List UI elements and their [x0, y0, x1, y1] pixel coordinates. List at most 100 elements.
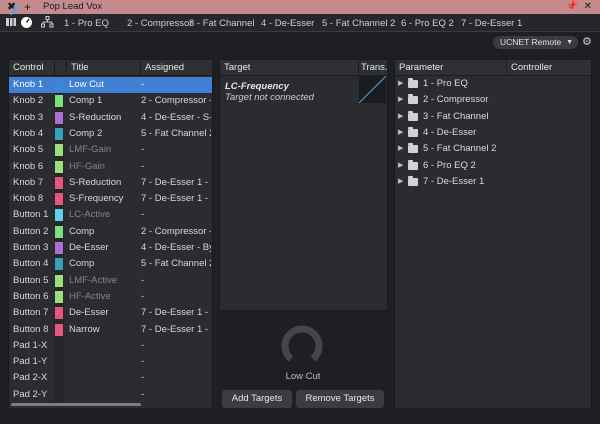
- column-header-trans[interactable]: Trans.: [359, 60, 388, 76]
- folder-icon: [408, 110, 418, 121]
- expand-arrow-icon[interactable]: ▶: [398, 109, 403, 125]
- control-row[interactable]: Button 8 Narrow 7 - De-Esser 1 - S: [9, 322, 212, 338]
- control-title[interactable]: Narrow: [69, 322, 141, 338]
- close-icon[interactable]: ✕: [584, 0, 592, 14]
- color-swatch[interactable]: [55, 274, 63, 287]
- expand-arrow-icon[interactable]: ▶: [398, 92, 403, 108]
- column-header-controller[interactable]: Controller: [507, 60, 592, 76]
- folder-icon: [408, 94, 418, 105]
- control-row[interactable]: Knob 7 S-Reduction 7 - De-Esser 1 - S: [9, 175, 212, 191]
- control-row[interactable]: Pad 1-Y -: [9, 354, 212, 370]
- control-row[interactable]: Button 1 LC-Active -: [9, 207, 212, 223]
- column-header-title[interactable]: Title: [67, 60, 141, 76]
- control-row[interactable]: Pad 2-X -: [9, 370, 212, 386]
- control-title[interactable]: HF-Gain: [69, 159, 141, 175]
- control-name: Pad 1-Y: [13, 356, 48, 368]
- remote-device-select[interactable]: UCNET Remote ▼: [493, 36, 578, 49]
- control-assigned: 7 - De-Esser 1 - F: [141, 193, 211, 205]
- remove-targets-button[interactable]: Remove Targets: [296, 390, 384, 408]
- control-row[interactable]: Knob 5 LMF-Gain -: [9, 142, 212, 158]
- control-name: Knob 8: [13, 193, 44, 205]
- expand-arrow-icon[interactable]: ▶: [398, 125, 403, 141]
- control-title[interactable]: S-Frequency: [69, 191, 141, 207]
- tab-fat-channel[interactable]: 3 - Fat Channel: [189, 17, 254, 30]
- control-row[interactable]: Button 6 HF-Active -: [9, 289, 212, 305]
- control-link-icon[interactable]: [21, 17, 32, 28]
- parameter-folder-label: 5 - Fat Channel 2: [423, 143, 497, 155]
- control-row[interactable]: Button 7 De-Esser 7 - De-Esser 1 - B: [9, 305, 212, 321]
- control-title[interactable]: LC-Active: [69, 207, 141, 223]
- column-header-target[interactable]: Target: [220, 60, 359, 76]
- control-row[interactable]: Knob 4 Comp 25 - Fat Channel 2: [9, 126, 212, 142]
- knob-control[interactable]: [279, 321, 325, 367]
- tab-pro-eq-2[interactable]: 6 - Pro EQ 2: [401, 17, 454, 30]
- column-header-control[interactable]: Control: [9, 60, 55, 76]
- control-assigned: 7 - De-Esser 1 - S: [141, 323, 211, 335]
- tab-de-esser-1[interactable]: 7 - De-Esser 1: [461, 17, 522, 30]
- color-swatch[interactable]: [55, 95, 63, 108]
- control-name: Knob 3: [13, 111, 44, 123]
- control-title[interactable]: Comp: [69, 256, 141, 272]
- control-row[interactable]: Button 5 LMF-Active -: [9, 273, 212, 289]
- color-swatch[interactable]: [55, 79, 63, 91]
- transform-curve[interactable]: [358, 75, 387, 104]
- control-row[interactable]: Pad 2-Y -: [9, 387, 212, 403]
- tab-de-esser[interactable]: 4 - De-Esser: [261, 17, 314, 30]
- color-swatch[interactable]: [55, 290, 63, 303]
- color-swatch[interactable]: [55, 111, 63, 124]
- control-title[interactable]: HF-Active: [69, 289, 141, 305]
- control-title[interactable]: Low Cut: [69, 77, 141, 93]
- control-title[interactable]: LMF-Active: [69, 273, 141, 289]
- control-title[interactable]: Comp 2: [69, 126, 141, 142]
- expand-arrow-icon[interactable]: ▶: [398, 174, 403, 190]
- routing-icon[interactable]: [40, 16, 54, 30]
- expand-arrow-icon[interactable]: ▶: [398, 76, 403, 92]
- parameter-folder-label: 4 - De-Esser: [423, 126, 477, 138]
- control-assigned: 5 - Fat Channel 2: [141, 127, 211, 139]
- control-row[interactable]: Pad 1-X -: [9, 338, 212, 354]
- color-swatch[interactable]: [55, 193, 63, 206]
- control-name: Knob 1: [13, 79, 44, 90]
- control-title[interactable]: S-Reduction: [69, 175, 141, 191]
- tab-pro-eq[interactable]: 1 - Pro EQ: [64, 17, 109, 30]
- control-name: Knob 2: [13, 95, 44, 107]
- pin-icon[interactable]: 📌: [566, 0, 578, 14]
- control-row[interactable]: Knob 3 S-Reduction4 - De-Esser - S-R: [9, 110, 212, 126]
- color-swatch[interactable]: [55, 242, 63, 254]
- horizontal-scrollbar[interactable]: [11, 403, 141, 406]
- color-swatch[interactable]: [55, 127, 63, 140]
- column-header-assigned[interactable]: Assigned: [141, 60, 213, 76]
- control-title[interactable]: De-Esser: [69, 240, 141, 256]
- expand-arrow-icon[interactable]: ▶: [398, 158, 403, 174]
- color-swatch[interactable]: [55, 258, 63, 271]
- add-targets-button[interactable]: Add Targets: [222, 390, 292, 408]
- control-row[interactable]: Button 4 Comp 5 - Fat Channel 2: [9, 256, 212, 272]
- column-header-parameter[interactable]: Parameter: [395, 60, 507, 76]
- control-name: Button 1: [13, 209, 49, 221]
- color-swatch[interactable]: [55, 209, 63, 222]
- control-row[interactable]: Knob 8 S-Frequency 7 - De-Esser 1 - F: [9, 191, 212, 207]
- color-swatch[interactable]: [55, 307, 63, 320]
- control-row[interactable]: Button 3 De-Esser4 - De-Esser - Byp: [9, 240, 212, 256]
- tab-compressor[interactable]: 2 - Compressor: [127, 17, 192, 30]
- color-swatch[interactable]: [55, 225, 63, 238]
- control-title[interactable]: Comp: [69, 224, 141, 240]
- color-swatch[interactable]: [55, 144, 63, 157]
- control-name: Pad 2-X: [13, 372, 48, 384]
- wrench-icon[interactable]: [9, 5, 20, 19]
- expand-arrow-icon[interactable]: ▶: [398, 141, 403, 157]
- color-swatch[interactable]: [55, 160, 63, 173]
- control-title[interactable]: LMF-Gain: [69, 142, 141, 158]
- add-icon[interactable]: +: [24, 0, 31, 14]
- tab-fat-channel-2[interactable]: 5 - Fat Channel 2: [322, 17, 395, 30]
- control-row[interactable]: Button 2 Comp 2 - Compressor -: [9, 224, 212, 240]
- color-swatch[interactable]: [55, 323, 63, 336]
- color-swatch[interactable]: [55, 176, 63, 189]
- control-title[interactable]: S-Reduction: [69, 110, 141, 126]
- control-row[interactable]: Knob 2 Comp 12 - Compressor -: [9, 93, 212, 109]
- gear-icon[interactable]: ⚙: [582, 35, 592, 48]
- control-row[interactable]: Knob 1 Low Cut -: [9, 77, 212, 94]
- control-title[interactable]: De-Esser: [69, 305, 141, 321]
- control-row[interactable]: Knob 6 HF-Gain -: [9, 159, 212, 175]
- control-title[interactable]: Comp 1: [69, 93, 141, 109]
